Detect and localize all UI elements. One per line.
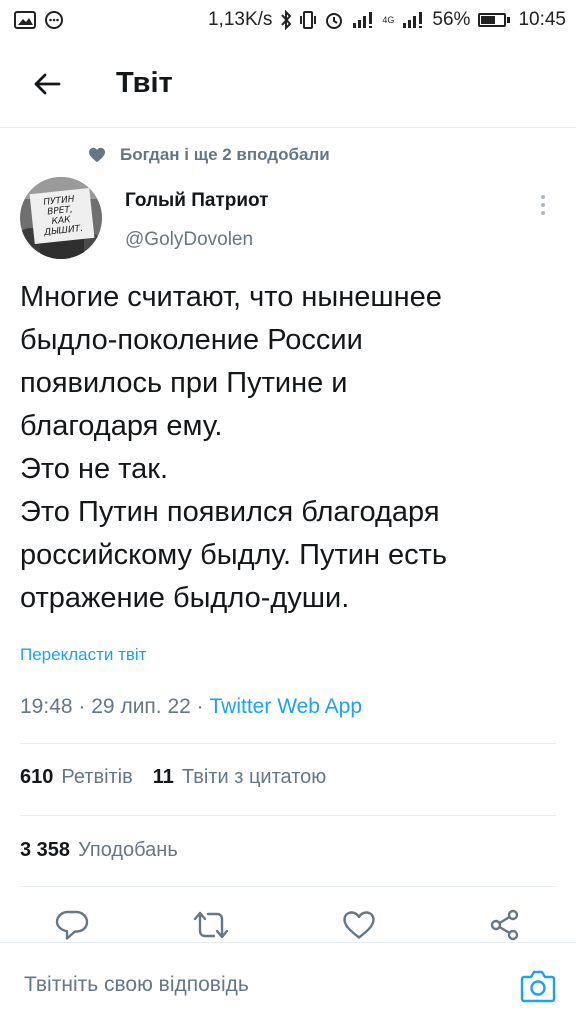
meta-separator: · (78, 695, 86, 718)
net-speed: 1,13K/s (207, 9, 273, 30)
quotes-count: 11 (152, 766, 174, 788)
tweet-text-line: быдло-поколение России (20, 324, 363, 356)
tweet-text-line: Это Путин появился благодаря (20, 496, 440, 528)
camera-button[interactable] (519, 967, 557, 1005)
likes-label: Уподобань (78, 839, 178, 861)
signal-icon (352, 11, 374, 29)
likes-stat[interactable]: 3 358 Уподобань (20, 839, 178, 862)
network-type: 4G (382, 15, 395, 25)
liked-by-text: Богдан і ще 2 вподобали (120, 145, 330, 164)
battery-percent: 56% (432, 9, 471, 30)
tweet-text: Многие считают, что нынешнее быдло-покол… (20, 276, 560, 620)
reply-composer: Твітніть свою відповідь (0, 942, 576, 1024)
page-title: Твіт (116, 67, 173, 99)
share-icon (490, 909, 519, 941)
comment-icon (55, 910, 89, 940)
divider (20, 815, 556, 816)
heart-icon (343, 911, 375, 939)
social-context: Богдан і ще 2 вподобали (88, 145, 330, 165)
avatar[interactable]: ПУТИН ВРЕТ, КАК ДЫШИТ. (20, 177, 102, 259)
tweet-meta: 19:48 · 29 лип. 22 · Twitter Web App (20, 695, 362, 719)
more-vertical-icon (541, 195, 545, 199)
camera-icon (520, 970, 556, 1003)
divider (20, 886, 556, 887)
likes-count: 3 358 (20, 839, 71, 861)
retweets-count: 610 (20, 766, 54, 788)
arrow-left-icon (34, 73, 61, 94)
battery-icon (478, 13, 511, 27)
tweet-date: 29 лип. 22 (91, 695, 191, 718)
tweet-text-line: благодаря ему. (20, 410, 223, 442)
alarm-icon (324, 10, 344, 30)
chat-notification-icon (44, 10, 64, 30)
tweet-text-line: появилось при Путине и (20, 367, 348, 399)
status-bar-right: 1,13K/s 4G 56% 10:45 (208, 9, 566, 31)
tweet-text-line: Многие считают, что нынешнее (20, 281, 442, 313)
gallery-notification-icon (14, 11, 36, 29)
translate-tweet-link[interactable]: Перекласти твіт (20, 645, 146, 665)
clock: 10:45 (518, 9, 566, 30)
author-name[interactable]: Голый Патриот (125, 190, 268, 212)
quotes-label: Твіти з цитатою (181, 766, 327, 788)
engagement-stats: 610 Ретвітів 11 Твіти з цитатою (20, 766, 326, 789)
more-options-button[interactable] (530, 190, 556, 220)
avatar-photo: ПУТИН ВРЕТ, КАК ДЫШИТ. (20, 177, 102, 259)
retweets-label: Ретвітів (61, 766, 133, 788)
divider (20, 743, 556, 744)
retweets-stat[interactable]: 610 Ретвітів (20, 766, 133, 789)
bluetooth-icon (280, 10, 292, 30)
tweet-source-link[interactable]: Twitter Web App (210, 695, 363, 718)
more-vertical-icon-dot (541, 203, 545, 207)
retweet-icon (193, 911, 229, 939)
tweet-text-line: Это не так. (20, 453, 169, 485)
author-handle[interactable]: @GolyDovolen (125, 229, 253, 251)
signal-4g-icon (402, 11, 424, 29)
heart-filled-icon (89, 147, 105, 163)
vibrate-icon (300, 10, 317, 30)
quote-tweets-stat[interactable]: 11 Твіти з цитатою (153, 766, 326, 789)
reply-input[interactable]: Твітніть свою відповідь (24, 973, 249, 997)
status-bar: 1,13K/s 4G 56% 10:45 (0, 0, 576, 40)
tweet-time: 19:48 (20, 695, 73, 718)
status-bar-left (14, 10, 64, 30)
tweet-text-line: российскому быдлу. Путин есть (20, 539, 448, 571)
tweet-text-line: отражение быдло-души. (20, 582, 350, 614)
header: Твіт (0, 40, 576, 128)
more-vertical-icon-dot (541, 211, 545, 215)
meta-separator: · (196, 695, 204, 718)
back-button[interactable] (22, 59, 72, 109)
